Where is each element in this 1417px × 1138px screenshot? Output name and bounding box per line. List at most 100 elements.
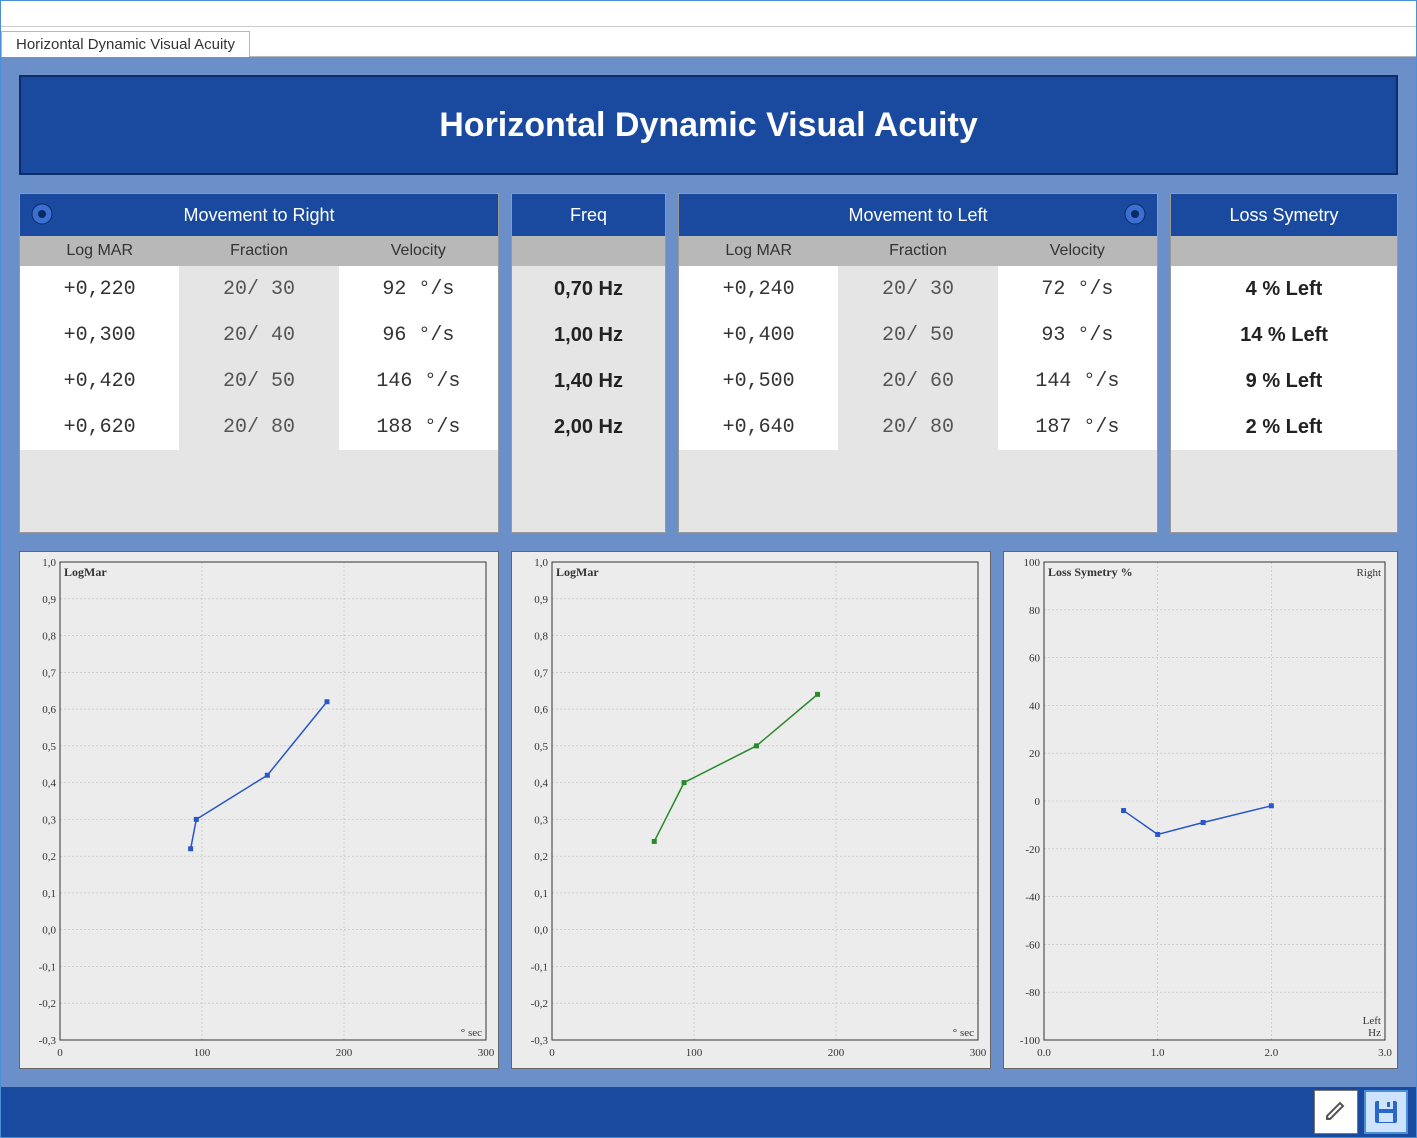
svg-text:0,5: 0,5: [534, 741, 548, 753]
cell-sym: 4 % Left: [1171, 266, 1397, 312]
eye-icon: [30, 202, 54, 226]
table-row: +0,24020/ 3072 °/s: [679, 266, 1157, 312]
svg-text:200: 200: [336, 1047, 353, 1059]
svg-text:100: 100: [686, 1047, 703, 1059]
charts-panel: 0100200300-0,3-0,2-0,10,00,10,20,30,40,5…: [19, 551, 1398, 1069]
svg-text:Right: Right: [1357, 567, 1381, 579]
chart-movement-left: 0100200300-0,3-0,2-0,10,00,10,20,30,40,5…: [511, 551, 991, 1069]
panel-movement-left: Movement to Left Log MAR Fraction Veloci…: [678, 193, 1158, 533]
svg-text:-0,2: -0,2: [531, 998, 548, 1010]
svg-text:-0,2: -0,2: [39, 998, 56, 1010]
cell-freq: 0,70 Hz: [512, 266, 665, 312]
svg-text:0,9: 0,9: [534, 594, 548, 606]
table-row: 14 % Left: [1171, 312, 1397, 358]
col-header-logmar: Log MAR: [20, 236, 179, 266]
content-area: Horizontal Dynamic Visual Acuity Movemen…: [1, 57, 1416, 1087]
table-row: +0,62020/ 80188 °/s: [20, 404, 498, 450]
cell-velocity: 187 °/s: [998, 404, 1157, 450]
table-row: +0,30020/ 4096 °/s: [20, 312, 498, 358]
cell-fraction: 20/ 60: [838, 358, 997, 404]
svg-text:3.0: 3.0: [1378, 1047, 1392, 1059]
svg-text:0,2: 0,2: [534, 851, 548, 863]
cell-freq: 2,00 Hz: [512, 404, 665, 450]
cell-sym: 9 % Left: [1171, 358, 1397, 404]
svg-text:1,0: 1,0: [42, 557, 56, 569]
edit-button[interactable]: [1314, 1090, 1358, 1134]
save-button[interactable]: [1364, 1090, 1408, 1134]
svg-text:0,2: 0,2: [42, 851, 56, 863]
svg-text:100: 100: [1024, 557, 1041, 569]
cell-velocity: 93 °/s: [998, 312, 1157, 358]
svg-text:0,8: 0,8: [534, 631, 548, 643]
panel-freq: Freq 0,70 Hz 1,00 Hz 1,40 Hz 2,00 Hz: [511, 193, 666, 533]
svg-text:0,0: 0,0: [534, 925, 548, 937]
page-title: Horizontal Dynamic Visual Acuity: [19, 75, 1398, 175]
chart-movement-right: 0100200300-0,3-0,2-0,10,00,10,20,30,40,5…: [19, 551, 499, 1069]
svg-text:° sec: ° sec: [461, 1027, 482, 1039]
table-row: 9 % Left: [1171, 358, 1397, 404]
svg-text:1,0: 1,0: [534, 557, 548, 569]
tab-horizontal-dva[interactable]: Horizontal Dynamic Visual Acuity: [1, 31, 250, 57]
table-row: +0,22020/ 3092 °/s: [20, 266, 498, 312]
svg-text:0,5: 0,5: [42, 741, 56, 753]
svg-text:2.0: 2.0: [1264, 1047, 1278, 1059]
col-header-fraction: Fraction: [179, 236, 338, 266]
panel-header-freq: Freq: [512, 194, 665, 236]
bottom-toolbar: [1, 1087, 1416, 1137]
sub-header-sym: [1171, 236, 1397, 266]
cell-freq: 1,40 Hz: [512, 358, 665, 404]
svg-text:300: 300: [478, 1047, 495, 1059]
cell-fraction: 20/ 40: [179, 312, 338, 358]
panel-movement-right: Movement to Right Log MAR Fraction Veloc…: [19, 193, 499, 533]
svg-text:0,6: 0,6: [534, 704, 548, 716]
cell-velocity: 146 °/s: [339, 358, 498, 404]
svg-text:LogMar: LogMar: [64, 565, 107, 579]
panel-loss-symmetry: Loss Symetry 4 % Left 14 % Left 9 % Left…: [1170, 193, 1398, 533]
tab-bar: Horizontal Dynamic Visual Acuity: [1, 27, 1416, 57]
svg-text:0: 0: [1035, 796, 1041, 808]
svg-text:-0,3: -0,3: [39, 1035, 57, 1047]
svg-text:-100: -100: [1020, 1035, 1041, 1047]
table-row: 0,70 Hz: [512, 266, 665, 312]
svg-text:0: 0: [549, 1047, 555, 1059]
svg-text:Loss Symetry %: Loss Symetry %: [1048, 565, 1133, 579]
svg-text:-80: -80: [1025, 987, 1040, 999]
cell-fraction: 20/ 30: [838, 266, 997, 312]
svg-text:40: 40: [1029, 700, 1041, 712]
cell-logmar: +0,240: [679, 266, 838, 312]
svg-text:-0,1: -0,1: [531, 961, 548, 973]
svg-text:0,0: 0,0: [42, 925, 56, 937]
cell-velocity: 144 °/s: [998, 358, 1157, 404]
table-row: 1,40 Hz: [512, 358, 665, 404]
svg-text:° sec: ° sec: [953, 1027, 974, 1039]
svg-text:80: 80: [1029, 605, 1041, 617]
table-row: 1,00 Hz: [512, 312, 665, 358]
panel-title-label: Movement to Left: [848, 205, 987, 226]
chart-loss-symmetry: 0.01.02.03.0-100-80-60-40-20020406080100…: [1003, 551, 1398, 1069]
pencil-icon: [1323, 1099, 1349, 1125]
svg-text:-0,3: -0,3: [531, 1035, 549, 1047]
table-row: +0,50020/ 60144 °/s: [679, 358, 1157, 404]
cell-velocity: 188 °/s: [339, 404, 498, 450]
table-row: +0,40020/ 5093 °/s: [679, 312, 1157, 358]
sub-header-freq: [512, 236, 665, 266]
sub-header-left: Log MAR Fraction Velocity: [679, 236, 1157, 266]
table-row: +0,42020/ 50146 °/s: [20, 358, 498, 404]
panel-header-left: Movement to Left: [679, 194, 1157, 236]
cell-logmar: +0,620: [20, 404, 179, 450]
svg-text:0,7: 0,7: [42, 667, 56, 679]
cell-velocity: 72 °/s: [998, 266, 1157, 312]
cell-fraction: 20/ 50: [179, 358, 338, 404]
cell-fraction: 20/ 50: [838, 312, 997, 358]
cell-logmar: +0,420: [20, 358, 179, 404]
svg-text:0,4: 0,4: [534, 778, 548, 790]
cell-sym: 14 % Left: [1171, 312, 1397, 358]
cell-logmar: +0,640: [679, 404, 838, 450]
svg-text:Hz: Hz: [1368, 1027, 1381, 1039]
cell-logmar: +0,400: [679, 312, 838, 358]
svg-text:300: 300: [970, 1047, 987, 1059]
svg-text:-0,1: -0,1: [39, 961, 56, 973]
panel-title-label: Loss Symetry: [1229, 205, 1338, 226]
panel-header-sym: Loss Symetry: [1171, 194, 1397, 236]
svg-text:0,8: 0,8: [42, 631, 56, 643]
